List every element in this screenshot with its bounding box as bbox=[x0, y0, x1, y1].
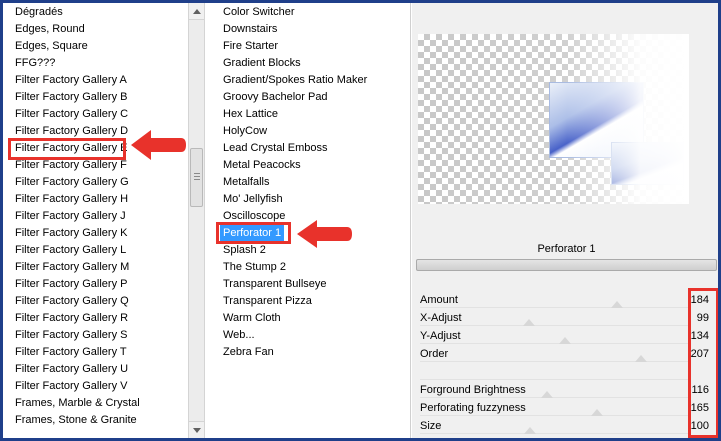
parameter-row[interactable] bbox=[416, 364, 717, 381]
parameter-slider-thumb[interactable] bbox=[635, 355, 648, 362]
filter-item[interactable]: Splash 2 bbox=[220, 242, 269, 259]
arrow-left-icon bbox=[131, 130, 186, 160]
category-item[interactable]: Filter Factory Gallery B bbox=[15, 89, 127, 106]
highlight-box-values bbox=[688, 288, 718, 438]
grip-icon bbox=[194, 173, 200, 174]
category-item[interactable]: Frames, Stone & Granite bbox=[15, 412, 137, 429]
filter-item[interactable]: Groovy Bachelor Pad bbox=[220, 89, 331, 106]
category-item[interactable]: Filter Factory Gallery L bbox=[15, 242, 126, 259]
parameter-slider-thumb[interactable] bbox=[559, 337, 572, 344]
category-item[interactable]: Frames, Marble & Crystal bbox=[15, 395, 140, 412]
filter-item[interactable]: Transparent Pizza bbox=[220, 293, 315, 310]
highlight-box-filter bbox=[216, 222, 291, 244]
parameter-slider-track[interactable] bbox=[420, 379, 691, 380]
parameter-slider-thumb[interactable] bbox=[523, 427, 536, 434]
filter-item[interactable]: Zebra Fan bbox=[220, 344, 277, 361]
filter-item[interactable]: Mo' Jellyfish bbox=[220, 191, 286, 208]
preview-fade bbox=[418, 34, 689, 204]
filter-item[interactable]: Fire Starter bbox=[220, 38, 281, 55]
chevron-down-icon bbox=[193, 428, 201, 433]
category-item[interactable]: Edges, Round bbox=[15, 21, 85, 38]
parameter-row[interactable]: X-Adjust 99 bbox=[416, 310, 717, 327]
parameter-slider-thumb[interactable] bbox=[540, 391, 553, 398]
scrollbar-thumb[interactable] bbox=[190, 148, 203, 207]
parameter-slider-track[interactable] bbox=[420, 307, 691, 308]
parameter-row[interactable]: Order 207 bbox=[416, 346, 717, 363]
settings-panel: Perforator 1 Amount 184 X-Adjust 99 Y-Adjust… bbox=[412, 3, 718, 438]
filter-item[interactable]: Web... bbox=[220, 327, 258, 344]
category-item[interactable]: Filter Factory Gallery R bbox=[15, 310, 128, 327]
category-item[interactable]: Filter Factory Gallery P bbox=[15, 276, 127, 293]
category-item[interactable]: Filter Factory Gallery M bbox=[15, 259, 129, 276]
parameter-slider-track[interactable] bbox=[420, 415, 691, 416]
highlight-box-category bbox=[8, 138, 126, 160]
category-item[interactable]: Edges, Square bbox=[15, 38, 88, 55]
filter-item[interactable]: The Stump 2 bbox=[220, 259, 289, 276]
parameter-slider-track[interactable] bbox=[420, 397, 691, 398]
category-item[interactable]: Filter Factory Gallery S bbox=[15, 327, 127, 344]
parameter-slider-track[interactable] bbox=[420, 433, 691, 434]
category-item[interactable]: Filter Factory Gallery T bbox=[15, 344, 127, 361]
grip-icon bbox=[194, 176, 200, 177]
category-item[interactable]: Filter Factory Gallery J bbox=[15, 208, 126, 225]
filter-item[interactable]: Metal Peacocks bbox=[220, 157, 304, 174]
category-list[interactable]: Dégradés Edges, Round Edges, Square FFG??? F… bbox=[6, 3, 188, 438]
category-item[interactable]: Filter Factory Gallery G bbox=[15, 174, 129, 191]
filter-item[interactable]: Transparent Bullseye bbox=[220, 276, 330, 293]
scroll-up-button[interactable] bbox=[189, 3, 204, 20]
scroll-down-button[interactable] bbox=[189, 421, 204, 438]
filter-item[interactable]: HolyCow bbox=[220, 123, 270, 140]
filter-item[interactable]: Downstairs bbox=[220, 21, 280, 38]
category-item[interactable]: FFG??? bbox=[15, 55, 55, 72]
filter-item[interactable]: Warm Cloth bbox=[220, 310, 284, 327]
parameter-slider-thumb[interactable] bbox=[611, 301, 624, 308]
parameter-row[interactable]: Amount 184 bbox=[416, 292, 717, 309]
category-item[interactable]: Filter Factory Gallery A bbox=[15, 72, 127, 89]
preset-title: Perforator 1 bbox=[537, 243, 596, 255]
filter-window: Dégradés Edges, Round Edges, Square FFG??? F… bbox=[0, 0, 721, 441]
parameter-slider-track[interactable] bbox=[420, 325, 691, 326]
category-item[interactable]: Filter Factory Gallery U bbox=[15, 361, 128, 378]
parameter-slider-track[interactable] bbox=[420, 343, 691, 344]
parameter-row[interactable]: Forground Brightness 116 bbox=[416, 382, 717, 399]
category-item[interactable]: Dégradés bbox=[15, 4, 63, 21]
category-item[interactable]: Filter Factory Gallery K bbox=[15, 225, 127, 242]
category-item[interactable]: Filter Factory Gallery Q bbox=[15, 293, 129, 310]
category-list-scrollbar[interactable] bbox=[188, 3, 205, 438]
filter-item[interactable]: Metalfalls bbox=[220, 174, 272, 191]
parameter-slider-thumb[interactable] bbox=[522, 319, 535, 326]
filter-item[interactable]: Gradient/Spokes Ratio Maker bbox=[220, 72, 370, 89]
arrow-left-icon bbox=[297, 220, 352, 248]
chevron-up-icon bbox=[193, 9, 201, 14]
filter-item[interactable]: Color Switcher bbox=[220, 4, 298, 21]
category-item[interactable]: Filter Factory Gallery C bbox=[15, 106, 128, 123]
category-item[interactable]: Filter Factory Gallery H bbox=[15, 191, 128, 208]
category-item[interactable]: Filter Factory Gallery V bbox=[15, 378, 127, 395]
filter-item[interactable]: Lead Crystal Emboss bbox=[220, 140, 331, 157]
preview-image bbox=[418, 34, 689, 204]
parameter-row[interactable]: Size 100 bbox=[416, 418, 717, 435]
parameter-row[interactable]: Y-Adjust 134 bbox=[416, 328, 717, 345]
grip-icon bbox=[194, 179, 200, 180]
filter-item[interactable]: Hex Lattice bbox=[220, 106, 281, 123]
parameter-row[interactable]: Perforating fuzzyness 165 bbox=[416, 400, 717, 417]
filter-item[interactable]: Gradient Blocks bbox=[220, 55, 304, 72]
parameter-slider-thumb[interactable] bbox=[591, 409, 604, 416]
parameter-slider-track[interactable] bbox=[420, 361, 691, 362]
progress-bar bbox=[416, 259, 717, 271]
